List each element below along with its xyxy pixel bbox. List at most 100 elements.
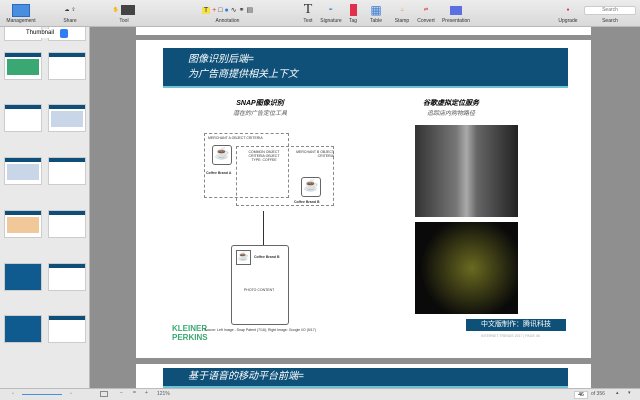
brand-b-label: Coffee Brand B [294,200,320,204]
right-subtitle: 追踪店内购物路径 [426,111,475,117]
next-slide-banner: 基于语音的移动平台前端= [163,368,568,388]
management-button[interactable]: Management [4,2,38,24]
color-swatch-icon [121,5,136,15]
search-group: Search [584,2,636,24]
zoom-out-small-icon[interactable]: ▫ [12,391,14,397]
management-label: Management [6,18,36,24]
annotation-group[interactable]: T + □ ● ∿ ⚭ ▤ Annotation [160,2,295,24]
page-thumbnail[interactable] [4,104,42,132]
hand-icon: ✋ [112,7,120,13]
page-number-input[interactable] [574,391,588,399]
signature-label: Signature [320,18,342,24]
zoom-out-button[interactable]: − [120,390,123,396]
circle-icon[interactable]: ● [225,7,229,14]
next-page: 基于语音的移动平台前端= [136,364,591,388]
page-thumbnail[interactable] [4,157,42,185]
arrow-line [263,211,264,245]
photo-content-label: PHOTO CONTENT [244,288,275,292]
prev-page-icon[interactable]: ▴ [616,390,619,396]
presentation-icon [450,5,462,15]
tag-icon [349,4,357,16]
presentation-label: Presentation [441,18,471,24]
chevron-updown-icon [60,29,68,38]
page-thumbnail[interactable] [48,52,86,80]
rectangle-icon[interactable]: □ [218,7,222,14]
left-subtitle: 潜在的广告定位工具 [232,111,287,117]
slide-footer: INTERNET TRENDS 2017 | PAGE 46 [481,334,540,338]
coffee-cup-icon: ☕ [236,250,251,265]
slide-title-banner: 图像识别后端= 为广告商提供相关上下文 [163,48,568,88]
page-thumbnail[interactable] [4,210,42,238]
status-bar: ▫ ▫ − = + 121% of 356 ▴ ▾ [0,388,640,400]
logo-line2: PERKINS [172,333,208,342]
phone-brand-label: Coffee Brand B [254,255,280,259]
kleiner-perkins-logo: KLEINER PERKINS [172,324,208,342]
search-input[interactable] [584,5,636,15]
table-button[interactable]: ▦ Table [367,2,385,24]
page-thumbnail[interactable] [4,52,42,80]
tag-button[interactable]: Tag [345,2,361,24]
curve-icon[interactable]: ∿ [231,6,237,14]
stamp-label: Stamp [394,18,410,24]
page-view-icon[interactable] [100,391,108,397]
slide-title-line2: 为广告商提供相关上下文 [188,69,298,80]
common-criteria-label: COMMON OBJECT CRITERIA OBJECT TYPE: COFF… [248,150,280,162]
text-button[interactable]: T Text [300,2,316,24]
slide-title-line1: 图像识别后端= [188,54,254,65]
view-mode-label: Thumbnail [26,30,55,36]
convert-button[interactable]: ⇄ Convert [414,2,438,24]
tag-label: Tag [348,18,358,24]
link-icon[interactable]: ⚭ [239,6,245,14]
tool-button[interactable]: ✋ Tool [108,2,140,24]
current-page: 图像识别后端= 为广告商提供相关上下文 SNAP图像识别 潜在的广告定位工具 谷歌… [136,40,591,358]
text-icon: T [303,2,313,17]
merchant-b-label: MERCHANT B OBJECT CRITERIA [296,150,334,158]
presentation-button[interactable]: Presentation [440,2,472,24]
zoom-fit-button[interactable]: = [133,390,136,396]
share-button[interactable]: ☁ ⇪ Share [55,2,85,24]
stamp-icon: ⊥ [399,7,405,13]
right-heading: 谷歌虚拟定位服务 追踪店内购物路径 [396,98,506,117]
zoom-level: 121% [157,391,170,397]
table-label: Table [370,18,382,24]
zoom-in-button[interactable]: + [145,390,148,396]
page-thumbnail[interactable] [48,315,86,343]
thumbnail-sidebar[interactable]: Thumbnail [0,27,90,388]
pen-icon: ✒ [328,7,334,13]
thumbnail-size-slider[interactable] [22,394,62,395]
highlight-icon[interactable]: T [201,6,211,14]
previous-page [136,27,591,35]
view-mode-select[interactable]: Thumbnail [22,29,68,38]
right-title: 谷歌虚拟定位服务 [423,100,479,107]
store-photo [415,125,518,217]
page-thumbnail[interactable] [48,104,86,132]
note-icon[interactable]: ▤ [246,6,253,14]
annotation-label: Annotation [215,18,240,24]
page-thumbnail[interactable] [48,263,86,291]
store-pointcloud-image [415,222,518,314]
page-thumbnail[interactable] [48,157,86,185]
merchant-a-label: MERCHANT A OBJECT CRITERIA [208,136,263,140]
signature-button[interactable]: ✒ Signature [320,2,342,24]
page-thumbnail[interactable] [4,263,42,291]
stamp-button[interactable]: ⊥ Stamp [392,2,412,24]
strikethrough-icon[interactable]: + [212,7,216,14]
page-thumbnail[interactable] [48,210,86,238]
zoom-in-large-icon[interactable]: ▫ [70,391,72,397]
next-slide-title: 基于语音的移动平台前端= [188,371,304,382]
page-count: of 356 [591,391,605,397]
search-label: Search [602,18,618,24]
management-icon [12,3,30,17]
tencent-badge: 中文版制作：腾讯科技 [466,319,566,331]
next-page-icon[interactable]: ▾ [628,390,631,396]
cloud-icon: ☁ [64,7,70,13]
bell-icon: ● [566,7,570,13]
page-thumbnail-current[interactable] [4,315,42,343]
table-icon: ▦ [370,3,382,17]
upgrade-button[interactable]: ● Upgrade [556,2,580,24]
convert-icon: ⇄ [423,7,429,13]
document-view[interactable]: 图像识别后端= 为广告商提供相关上下文 SNAP图像识别 潜在的广告定位工具 谷歌… [90,27,640,388]
phone-frame: ☕ Coffee Brand B PHOTO CONTENT [231,245,289,325]
upgrade-label: Upgrade [558,18,578,24]
coffee-cup-icon: ☕ [301,177,321,197]
